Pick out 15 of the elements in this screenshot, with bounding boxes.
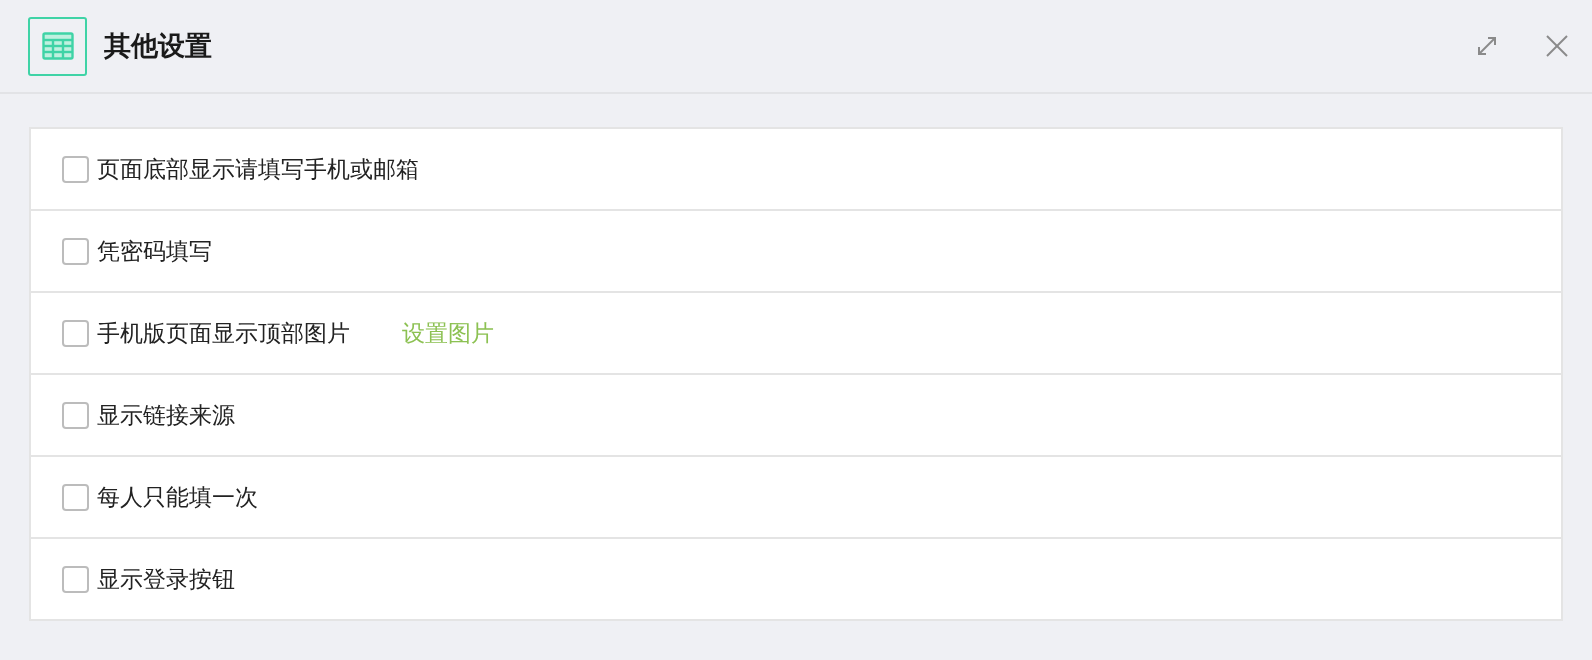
checkbox[interactable] [62,565,89,593]
option-label: 页面底部显示请填写手机或邮箱 [97,154,419,184]
dialog-title: 其他设置 [104,29,212,63]
option-label: 手机版页面显示顶部图片 [97,318,350,348]
checkbox[interactable] [62,155,89,183]
set-image-link[interactable]: 设置图片 [402,317,494,349]
option-label: 凭密码填写 [97,236,212,266]
option-label: 显示链接来源 [97,400,235,430]
checkbox[interactable] [62,237,89,265]
checkbox[interactable] [62,401,89,429]
checkbox[interactable] [62,483,89,511]
option-label: 每人只能填一次 [97,482,258,512]
checkbox[interactable] [62,319,89,347]
option-label: 显示登录按钮 [97,564,235,594]
table-icon [28,16,87,76]
